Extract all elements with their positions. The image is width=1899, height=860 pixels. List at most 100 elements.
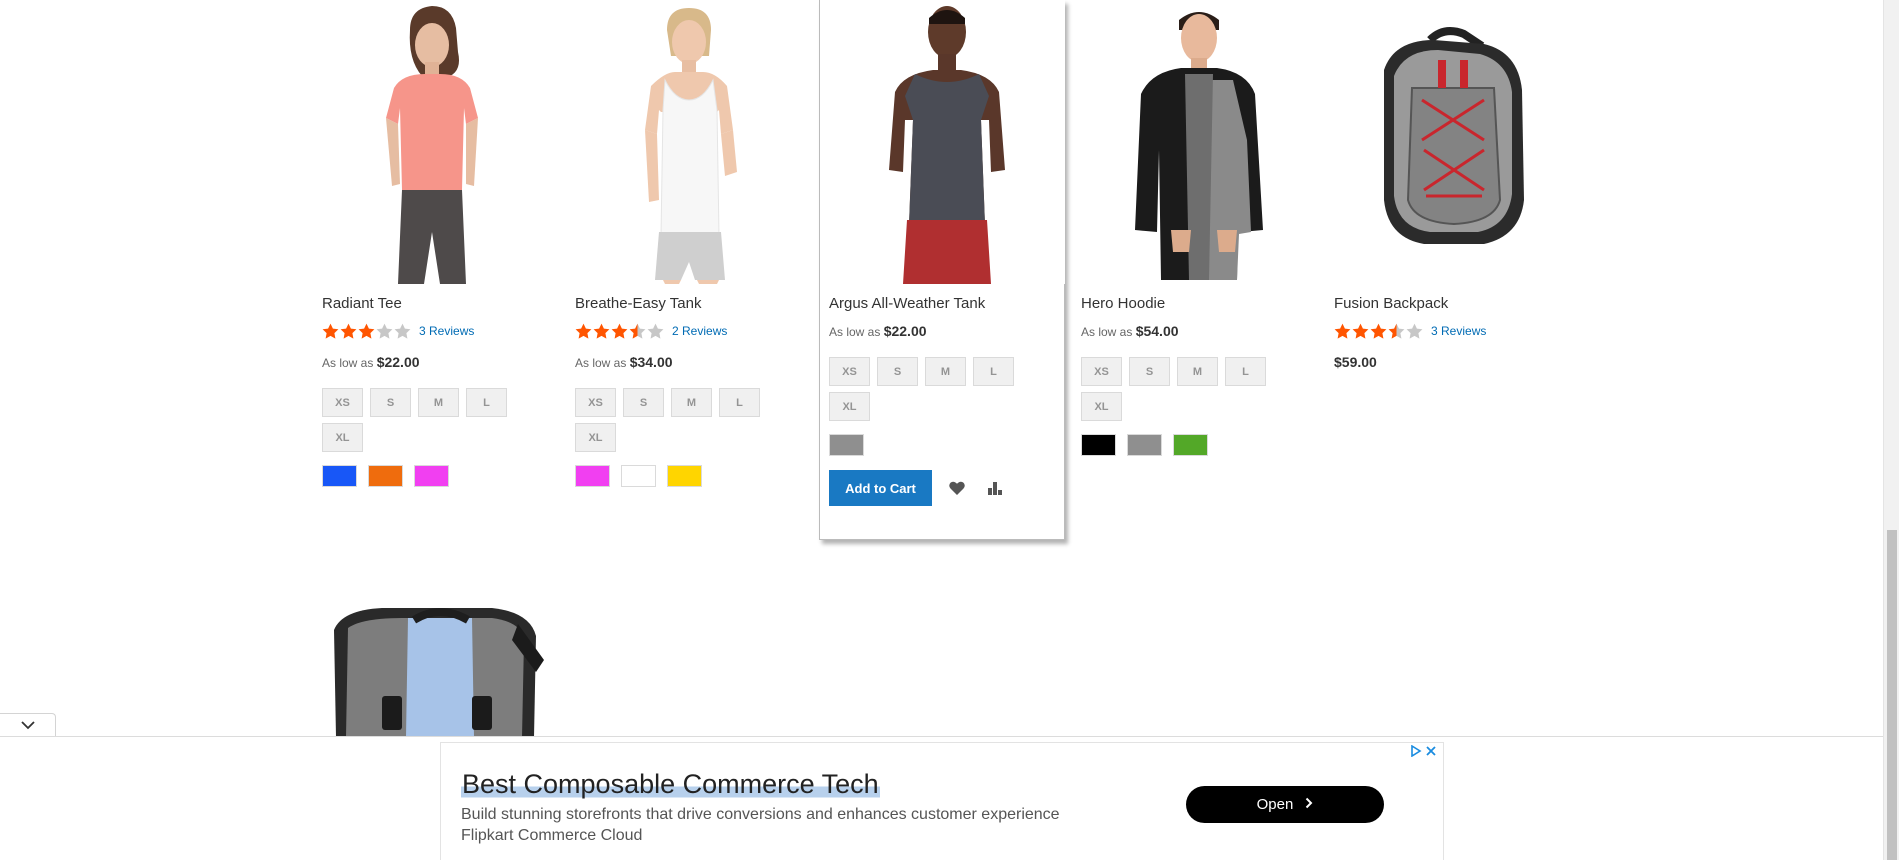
adchoices-icon[interactable] (1410, 744, 1422, 762)
color-options (1081, 434, 1317, 456)
product-rating: 3 Reviews (1334, 322, 1570, 340)
close-icon[interactable] (1425, 744, 1437, 762)
product-item-argus-all-weather-tank: Argus All-Weather Tank As low as $22.00 … (819, 0, 1065, 540)
color-swatch[interactable] (414, 465, 449, 487)
size-option-m[interactable]: M (925, 357, 966, 386)
ad-open-label: Open (1256, 796, 1294, 813)
size-option-xl[interactable]: XL (1081, 392, 1122, 421)
product-image-argus-all-weather-tank[interactable] (829, 0, 1065, 284)
size-option-xl[interactable]: XL (829, 392, 870, 421)
size-option-m[interactable]: M (671, 388, 712, 417)
star-icon (1370, 323, 1387, 339)
price-prefix: As low as (1081, 325, 1133, 339)
product-item-hero-hoodie: Hero Hoodie As low as $54.00 XS S M L XL (1081, 0, 1317, 456)
ad-description: Build stunning storefronts that drive co… (461, 806, 1060, 823)
product-item-radiant-tee: Radiant Tee 3 Reviews As low as $22.00 X… (322, 0, 558, 487)
product-name[interactable]: Argus All-Weather Tank (829, 294, 1064, 314)
price: $34.00 (629, 354, 673, 370)
size-option-s[interactable]: S (370, 388, 411, 417)
color-swatch[interactable] (322, 465, 357, 487)
color-swatch[interactable] (667, 465, 702, 487)
product-item-fusion-backpack: Fusion Backpack 3 Reviews $59.00 (1334, 0, 1570, 372)
star-icon (647, 323, 664, 339)
color-swatch[interactable] (1081, 434, 1116, 456)
size-option-s[interactable]: S (623, 388, 664, 417)
star-icon (394, 323, 411, 339)
size-option-xl[interactable]: XL (322, 423, 363, 452)
product-name[interactable]: Radiant Tee (322, 294, 558, 314)
product-rating: 3 Reviews (322, 322, 558, 340)
size-option-m[interactable]: M (418, 388, 459, 417)
ad-open-button[interactable]: Open (1186, 786, 1384, 823)
star-icon (611, 323, 628, 339)
ad-title[interactable]: Best Composable Commerce Tech (461, 767, 880, 801)
vertical-scrollbar[interactable] (1883, 0, 1899, 860)
color-swatch[interactable] (1173, 434, 1208, 456)
size-option-xs[interactable]: XS (322, 388, 363, 417)
ad-banner[interactable]: Best Composable Commerce Tech Build stun… (440, 742, 1444, 860)
ad-advertiser: Flipkart Commerce Cloud (461, 827, 643, 844)
product-image-hero-hoodie[interactable] (1081, 0, 1317, 284)
size-options: XS S M L XL (1081, 357, 1281, 421)
color-options (829, 434, 1064, 456)
size-option-l[interactable]: L (719, 388, 760, 417)
price-prefix: As low as (829, 325, 881, 339)
star-icon (1352, 323, 1369, 339)
reviews-link[interactable]: 2 Reviews (672, 324, 727, 338)
color-swatch[interactable] (1127, 434, 1162, 456)
product-name[interactable]: Fusion Backpack (1334, 294, 1570, 314)
product-image-radiant-tee[interactable] (322, 0, 558, 284)
color-swatch[interactable] (829, 434, 864, 456)
product-image-fusion-backpack[interactable] (1334, 0, 1570, 284)
size-option-l[interactable]: L (466, 388, 507, 417)
chevron-down-icon (20, 717, 36, 735)
size-options: XS S M L XL (829, 357, 1029, 421)
product-image-messenger-bag[interactable] (322, 600, 558, 737)
star-icon (629, 323, 646, 339)
price-box: As low as $22.00 (829, 323, 1064, 341)
size-option-l[interactable]: L (1225, 357, 1266, 386)
size-option-xs[interactable]: XS (829, 357, 870, 386)
size-options: XS S M L XL (575, 388, 775, 452)
color-swatch[interactable] (575, 465, 610, 487)
color-swatch[interactable] (368, 465, 403, 487)
size-option-m[interactable]: M (1177, 357, 1218, 386)
reviews-link[interactable]: 3 Reviews (419, 324, 474, 338)
add-to-cart-button[interactable]: Add to Cart (829, 470, 932, 506)
page: Radiant Tee 3 Reviews As low as $22.00 X… (0, 0, 1883, 860)
product-rating: 2 Reviews (575, 322, 811, 340)
price: $22.00 (376, 354, 420, 370)
size-options: XS S M L XL (322, 388, 522, 452)
price-prefix: As low as (575, 356, 627, 370)
color-options (575, 465, 811, 487)
price-box: As low as $54.00 (1081, 323, 1317, 341)
ad-choices (1410, 744, 1437, 762)
product-name[interactable]: Breathe-Easy Tank (575, 294, 811, 314)
scrollbar-thumb[interactable] (1887, 530, 1897, 860)
price-box: As low as $34.00 (575, 354, 811, 372)
price-prefix: As low as (322, 356, 374, 370)
size-option-xl[interactable]: XL (575, 423, 616, 452)
star-icon (322, 323, 339, 339)
star-icon (340, 323, 357, 339)
reviews-link[interactable]: 3 Reviews (1431, 324, 1486, 338)
color-swatch[interactable] (621, 465, 656, 487)
size-option-xs[interactable]: XS (575, 388, 616, 417)
product-name[interactable]: Hero Hoodie (1081, 294, 1317, 314)
size-option-s[interactable]: S (1129, 357, 1170, 386)
compare-icon[interactable] (982, 475, 1008, 501)
rating-stars (575, 323, 664, 340)
size-option-s[interactable]: S (877, 357, 918, 386)
price-box: As low as $22.00 (322, 354, 558, 372)
rating-stars (1334, 323, 1423, 340)
price: $59.00 (1334, 354, 1377, 370)
star-icon (376, 323, 393, 339)
size-option-l[interactable]: L (973, 357, 1014, 386)
heart-icon[interactable] (944, 475, 970, 501)
star-icon (575, 323, 592, 339)
anchor-ad-bar: Best Composable Commerce Tech Build stun… (0, 736, 1883, 860)
product-image-breathe-easy-tank[interactable] (575, 0, 811, 284)
star-icon (1388, 323, 1405, 339)
size-option-xs[interactable]: XS (1081, 357, 1122, 386)
collapse-ad-button[interactable] (0, 713, 56, 737)
